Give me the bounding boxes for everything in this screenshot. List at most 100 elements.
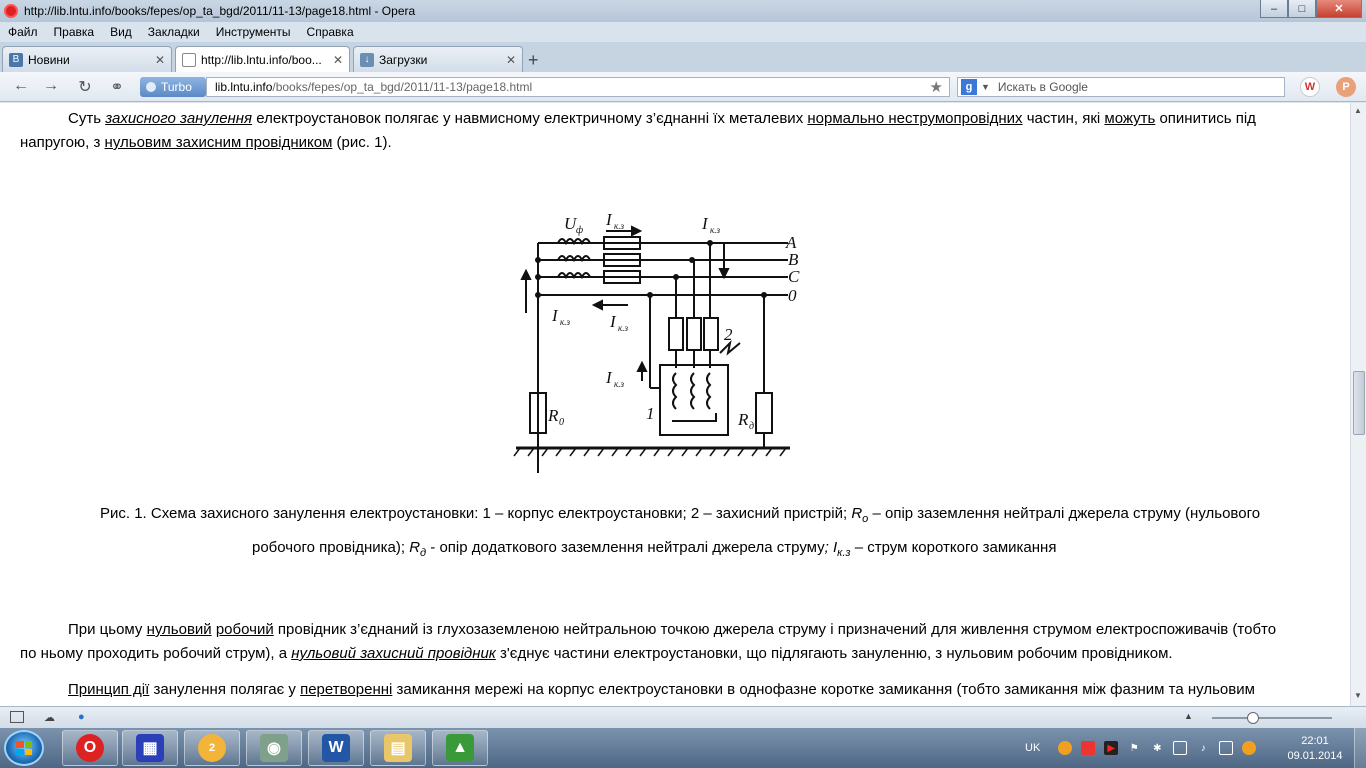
cloud-icon[interactable]: ☁ bbox=[44, 711, 58, 724]
url-path: /books/fepes/op_ta_bgd/2011/11-13/page18… bbox=[272, 80, 533, 94]
wot-extension-icon[interactable]: W bbox=[1300, 77, 1320, 97]
current-sub-left: к.з bbox=[560, 317, 570, 327]
show-desktop-button[interactable] bbox=[1354, 728, 1366, 768]
taskbar-camera[interactable]: ◉ bbox=[246, 730, 302, 766]
tab-close-icon[interactable]: ✕ bbox=[333, 53, 343, 67]
paragraph-3: Принцип дії занулення полягає у перетвор… bbox=[68, 678, 1348, 702]
window-controls: – □ ✕ bbox=[1260, 0, 1362, 18]
tab-bar: B Новини ✕ http://lib.lntu.info/boo... ✕… bbox=[0, 42, 1366, 72]
zoom-up-icon[interactable]: ▲ bbox=[1184, 711, 1198, 723]
forward-arrow-icon[interactable]: → bbox=[40, 77, 62, 97]
menu-file[interactable]: Файл bbox=[0, 25, 46, 39]
volume-icon[interactable]: ♪ bbox=[1196, 741, 1210, 755]
link-transformation[interactable]: перетворенні bbox=[300, 681, 392, 698]
bluetooth-icon[interactable]: ✱ bbox=[1150, 741, 1164, 755]
voltage-sub: ф bbox=[576, 225, 583, 236]
scroll-down-icon[interactable]: ▼ bbox=[1354, 691, 1362, 700]
menu-edit[interactable]: Правка bbox=[46, 25, 103, 39]
rd-label: R bbox=[737, 410, 749, 429]
status-bar: ☁ ● ▲ bbox=[0, 706, 1366, 728]
tab-downloads[interactable]: ↓ Загрузки ✕ bbox=[353, 46, 523, 72]
display-icon[interactable] bbox=[1173, 741, 1188, 755]
media-icon[interactable]: ▶ bbox=[1104, 741, 1119, 755]
link-zero-protective[interactable]: нульовий захисний провідник bbox=[291, 645, 496, 662]
triangle-app-icon: ▲ bbox=[446, 734, 474, 762]
tab-label: Загрузки bbox=[379, 52, 428, 67]
menu-tools[interactable]: Инструменты bbox=[208, 25, 299, 39]
weather-icon: 2 bbox=[198, 734, 226, 762]
address-input[interactable]: lib.lntu.info/books/fepes/op_ta_bgd/2011… bbox=[206, 77, 950, 97]
label-1: 1 bbox=[646, 404, 655, 423]
link-can[interactable]: можуть bbox=[1104, 110, 1155, 127]
text: R bbox=[409, 539, 421, 556]
text: напругою, з bbox=[20, 134, 105, 151]
zoom-slider[interactable] bbox=[1212, 717, 1332, 719]
link-principle[interactable]: Принцип дії bbox=[68, 681, 149, 698]
minimize-button[interactable]: – bbox=[1260, 0, 1288, 18]
tab-page[interactable]: http://lib.lntu.info/boo... ✕ bbox=[175, 46, 350, 72]
link-non-conductive[interactable]: нормально неструмопровідних bbox=[807, 110, 1022, 127]
taskbar-opera[interactable]: O bbox=[62, 730, 118, 766]
windows-logo-icon bbox=[16, 741, 32, 755]
avast-icon[interactable] bbox=[1058, 741, 1073, 755]
link-working[interactable]: робочий bbox=[216, 621, 274, 638]
bookmark-star-icon[interactable]: ★ bbox=[930, 78, 943, 96]
current-label-top: I bbox=[605, 213, 613, 229]
link-protective-grounding[interactable]: захисного занулення bbox=[105, 110, 252, 127]
navigation-bar: ← → ↻ ⚭ Turbo lib.lntu.info/books/fepes/… bbox=[0, 72, 1366, 102]
key-icon[interactable]: ⚭ bbox=[106, 77, 128, 97]
tab-label: http://lib.lntu.info/boo... bbox=[201, 52, 322, 67]
panel-toggle-icon[interactable] bbox=[10, 711, 24, 723]
camera-icon: ◉ bbox=[260, 734, 288, 762]
vk-icon: B bbox=[9, 52, 23, 67]
scroll-up-icon[interactable]: ▲ bbox=[1354, 106, 1362, 115]
search-input[interactable]: g ▼ Искать в Google bbox=[957, 77, 1285, 97]
tab-close-icon[interactable]: ✕ bbox=[506, 53, 516, 67]
menu-view[interactable]: Вид bbox=[102, 25, 140, 39]
text: з'єднує частини електроустановки, що під… bbox=[495, 645, 1173, 662]
taskbar-app[interactable]: ▲ bbox=[432, 730, 488, 766]
start-button[interactable] bbox=[4, 730, 44, 766]
clock-time: 22:01 bbox=[1301, 735, 1329, 747]
current-label-right: I bbox=[701, 214, 709, 233]
rd-resistor bbox=[755, 392, 773, 434]
chevron-down-icon[interactable]: ▼ bbox=[981, 82, 990, 92]
url-domain: lib.lntu.info bbox=[215, 80, 273, 94]
language-indicator[interactable]: UK bbox=[1025, 742, 1040, 754]
close-button[interactable]: ✕ bbox=[1316, 0, 1362, 18]
scroll-thumb[interactable] bbox=[1353, 371, 1365, 435]
antivirus-icon[interactable] bbox=[1081, 741, 1096, 755]
vertical-scrollbar[interactable]: ▲ ▼ bbox=[1350, 103, 1366, 706]
taskbar-save[interactable]: ▦ bbox=[122, 730, 178, 766]
clock-date: 09.01.2014 bbox=[1287, 750, 1343, 762]
taskbar-weather[interactable]: 2 bbox=[184, 730, 240, 766]
zoom-slider-knob[interactable] bbox=[1247, 712, 1259, 724]
speed-dial-icon[interactable]: ● bbox=[78, 711, 92, 723]
taskbar-explorer[interactable]: ▤ bbox=[370, 730, 426, 766]
flag-icon[interactable]: ⚑ bbox=[1127, 741, 1141, 755]
pinterest-extension-icon[interactable]: P bbox=[1336, 77, 1356, 97]
current-label-left: I bbox=[551, 306, 559, 325]
turbo-button[interactable]: Turbo bbox=[140, 77, 206, 97]
clock[interactable]: 22:01 09.01.2014 bbox=[1283, 734, 1347, 764]
word-icon: W bbox=[322, 734, 350, 762]
link-zero[interactable]: нульовий bbox=[147, 621, 212, 638]
turbo-label: Turbo bbox=[161, 80, 192, 94]
network-icon[interactable] bbox=[1219, 741, 1234, 755]
back-arrow-icon[interactable]: ← bbox=[10, 77, 32, 97]
new-tab-button[interactable]: + bbox=[528, 50, 539, 71]
reload-icon[interactable]: ↻ bbox=[74, 77, 96, 97]
menu-help[interactable]: Справка bbox=[299, 25, 362, 39]
search-placeholder: Искать в Google bbox=[997, 80, 1088, 94]
text: Суть bbox=[68, 110, 106, 127]
maximize-button[interactable]: □ bbox=[1288, 0, 1316, 18]
menu-bookmarks[interactable]: Закладки bbox=[140, 25, 208, 39]
phase-label-0: 0 bbox=[788, 286, 797, 305]
tab-news[interactable]: B Новини ✕ bbox=[2, 46, 172, 72]
taskbar-word[interactable]: W bbox=[308, 730, 364, 766]
link-zero-protective-conductor[interactable]: нульовим захисним провідником bbox=[105, 134, 333, 151]
text: – струм короткого замикання bbox=[850, 539, 1057, 556]
tab-close-icon[interactable]: ✕ bbox=[155, 53, 165, 67]
power-icon[interactable] bbox=[1242, 741, 1257, 755]
rd-sub: д bbox=[749, 421, 754, 432]
